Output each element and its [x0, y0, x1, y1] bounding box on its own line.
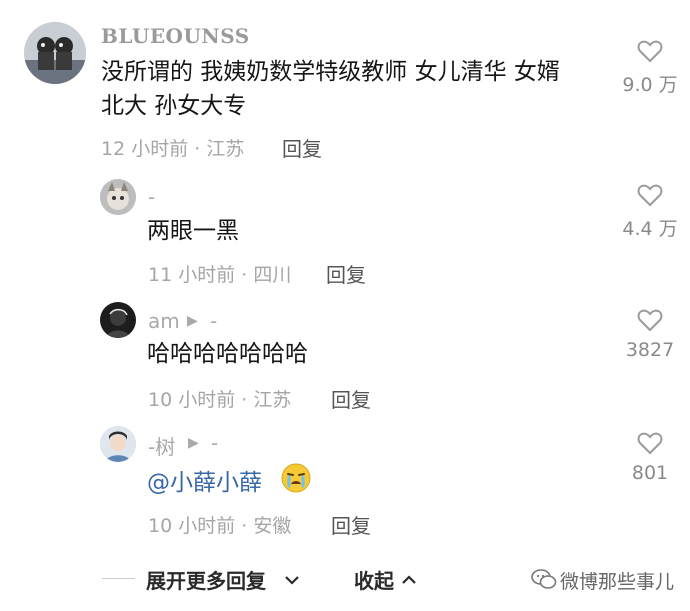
chevron-up-icon[interactable] [401, 571, 417, 590]
expand-replies-button[interactable]: 展开更多回复 [146, 565, 266, 594]
reply-button[interactable]: 回复 [331, 384, 371, 413]
reply-button[interactable]: 回复 [331, 510, 371, 539]
avatar[interactable] [100, 302, 136, 338]
watermark-text: 微博那些事儿 [560, 571, 675, 593]
heart-outline-icon[interactable] [637, 183, 663, 207]
reply-button[interactable]: 回复 [326, 259, 366, 288]
divider [102, 578, 135, 579]
username-suffix: - [210, 309, 218, 333]
comment-text: 两眼一黑 [147, 218, 239, 244]
avatar-blueounss[interactable] [24, 22, 86, 84]
avatar[interactable] [100, 179, 136, 215]
username[interactable]: am [148, 309, 180, 333]
avatar[interactable] [100, 426, 136, 462]
comment-meta: 10 小时前 · 安徽 [148, 515, 292, 537]
chevron-down-icon[interactable] [284, 571, 300, 590]
wechat-icon [531, 568, 557, 594]
collapse-button[interactable]: 收起 [354, 565, 394, 594]
comment-text: 哈哈哈哈哈哈哈 [147, 341, 308, 367]
comment-meta: 11 小时前 · 四川 [148, 264, 292, 286]
like-count: 9.0 万 [622, 74, 678, 96]
comment-meta: 10 小时前 · 江苏 [148, 389, 292, 411]
username-suffix: - [211, 431, 219, 455]
heart-outline-icon[interactable] [637, 308, 663, 332]
comment-text: 北大 孙女大专 [101, 93, 247, 119]
reply-button[interactable]: 回复 [282, 133, 322, 162]
play-triangle-icon: ▶ [188, 435, 199, 451]
crying-emoji-icon [280, 462, 312, 498]
mention-link[interactable]: @小薛小薛 [147, 463, 262, 497]
like-count: 3827 [625, 339, 675, 361]
heart-outline-icon[interactable] [637, 39, 663, 63]
username[interactable]: BLUEOUNSS [101, 24, 250, 48]
comment-meta: 12 小时前 · 江苏 [101, 138, 245, 160]
like-count: 801 [631, 462, 669, 484]
username[interactable]: - [148, 185, 155, 209]
heart-outline-icon[interactable] [637, 431, 663, 455]
like-count: 4.4 万 [622, 218, 678, 240]
username[interactable]: -树 [148, 431, 175, 460]
comment-text: 没所谓的 我姨奶数学特级教师 女儿清华 女婿 [101, 59, 560, 85]
play-triangle-icon: ▶ [187, 313, 198, 329]
